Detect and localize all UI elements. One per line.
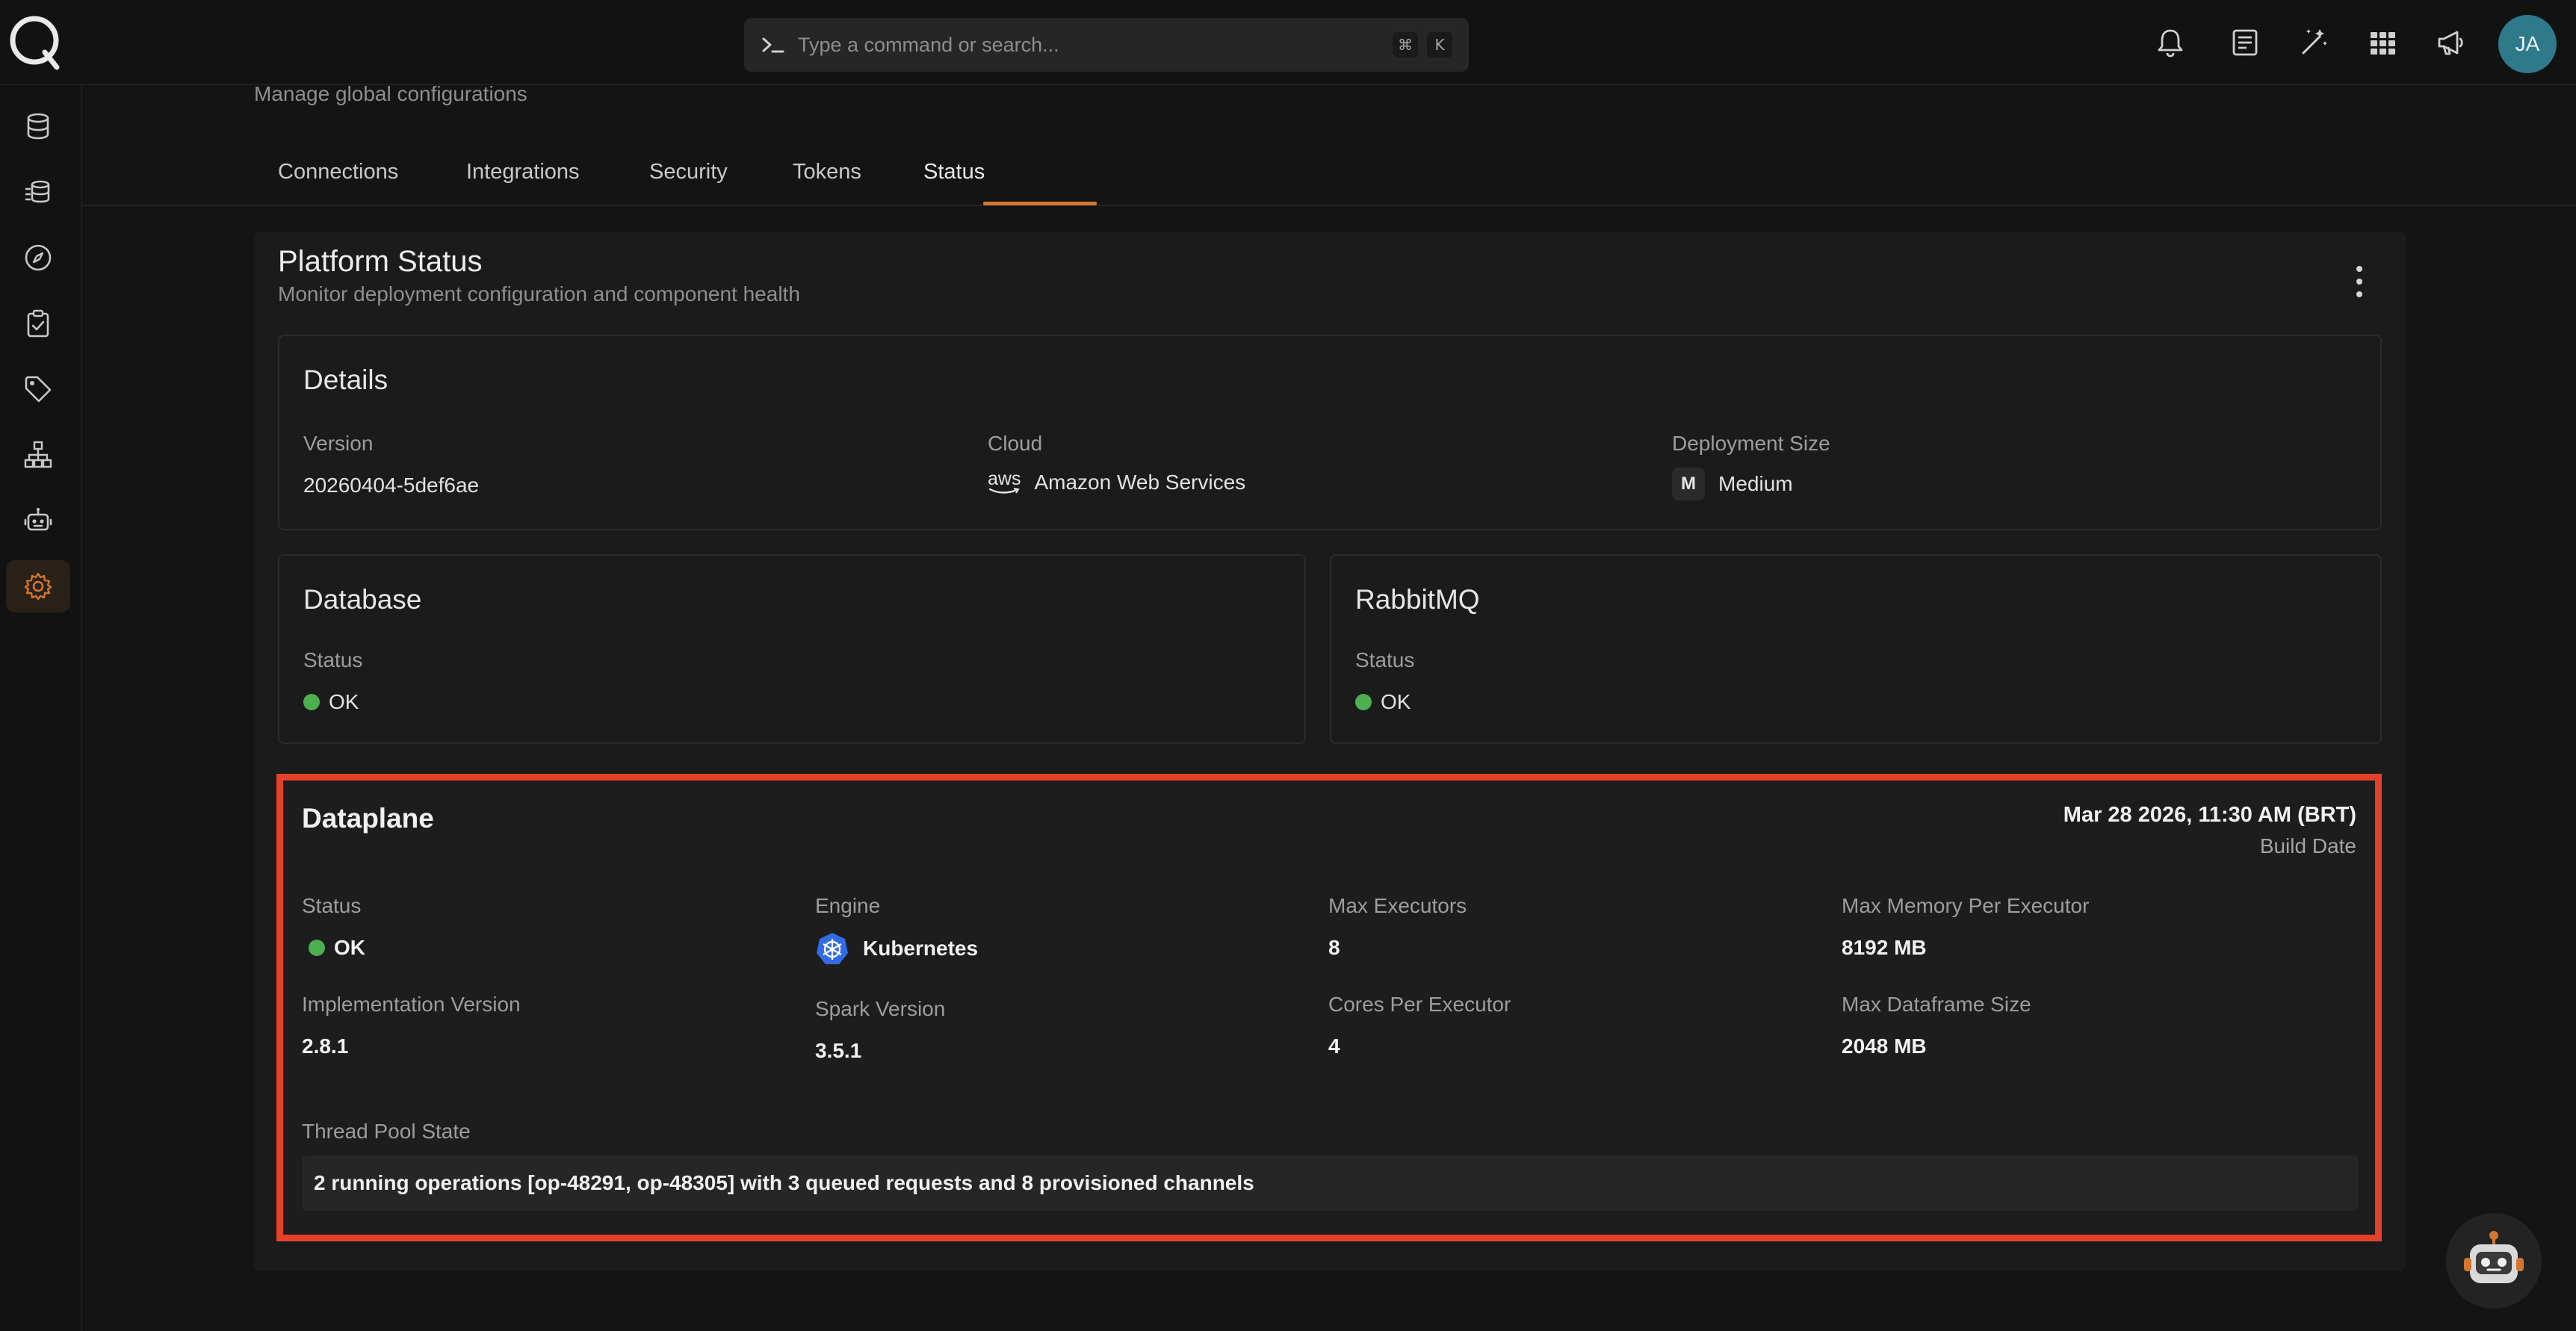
dataplane-status-text: OK <box>334 936 365 959</box>
rabbitmq-panel: RabbitMQ Status OK <box>1330 554 2382 744</box>
spark-version-label: Spark Version <box>815 997 946 1020</box>
sidebar-item-settings[interactable] <box>6 560 70 612</box>
deployment-size-row: M Medium <box>1672 468 1793 500</box>
database-status-label: Status <box>303 648 363 671</box>
sidebar-item-hierarchy[interactable] <box>6 429 70 481</box>
max-executors-label: Max Executors <box>1328 894 1467 917</box>
command-search-input[interactable] <box>798 33 1384 57</box>
version-value: 20260404-5def6ae <box>303 474 480 497</box>
engine-value: Kubernetes <box>863 937 979 960</box>
bell-icon[interactable] <box>2152 24 2189 61</box>
sidebar-item-tags[interactable] <box>6 363 70 415</box>
aws-logo-icon: aws <box>988 470 1021 494</box>
sidebar-item-bots[interactable] <box>6 494 70 547</box>
rabbitmq-title: RabbitMQ <box>1355 584 1480 615</box>
page-subtitle: Manage global configurations <box>254 82 527 105</box>
thread-pool-label: Thread Pool State <box>302 1120 471 1143</box>
clipboard-check-icon <box>27 309 49 338</box>
rabbitmq-status-value: OK <box>1355 690 1411 714</box>
tag-icon <box>25 376 52 403</box>
dataplane-title: Dataplane <box>302 803 434 834</box>
magic-wand-icon[interactable] <box>2295 24 2332 61</box>
app-logo-icon[interactable] <box>7 13 64 70</box>
document-icon[interactable] <box>2226 24 2264 61</box>
status-ok-dot <box>303 694 320 710</box>
platform-status-subtitle: Monitor deployment configuration and com… <box>278 282 800 305</box>
dataplane-status-value: OK <box>309 936 365 960</box>
status-ok-dot <box>1355 694 1372 710</box>
tab-status[interactable]: Status <box>923 160 985 206</box>
version-label: Version <box>303 432 374 455</box>
deployment-size-label: Deployment Size <box>1672 432 1830 455</box>
robot-icon <box>24 508 52 531</box>
kubernetes-icon <box>817 933 848 964</box>
active-tab-indicator <box>983 202 1097 205</box>
platform-status-card: Platform Status Monitor deployment confi… <box>254 232 2406 1271</box>
sidebar-item-explore[interactable] <box>6 232 70 284</box>
sidebar-item-data-stack[interactable] <box>6 166 70 218</box>
command-search-bar[interactable]: ⌘ K <box>744 18 1469 72</box>
cloud-value: Amazon Web Services <box>1034 471 1246 494</box>
database-status-value: OK <box>303 690 359 714</box>
cores-per-executor-value: 4 <box>1328 1034 1340 1058</box>
more-options-icon[interactable] <box>2350 263 2368 300</box>
engine-value-row: Kubernetes <box>815 931 978 966</box>
hierarchy-icon <box>24 441 52 468</box>
tab-tokens[interactable]: Tokens <box>793 160 861 206</box>
cores-per-executor-label: Cores Per Executor <box>1328 993 1511 1016</box>
assistant-bot-button[interactable] <box>2446 1213 2542 1309</box>
sidebar-item-database[interactable] <box>6 100 70 152</box>
gear-icon <box>24 572 52 601</box>
cloud-label: Cloud <box>988 432 1043 455</box>
tab-connections[interactable]: Connections <box>278 160 398 206</box>
data-stack-icon <box>25 180 50 203</box>
app-root: ⌘ K JA <box>0 0 2576 1331</box>
dataplane-status-label: Status <box>302 894 362 917</box>
shortcut-cmd-key: ⌘ <box>1393 32 1418 58</box>
sidebar-item-tasks[interactable] <box>6 297 70 350</box>
details-title: Details <box>303 364 388 395</box>
thread-pool-value: 2 running operations [op-48291, op-48305… <box>302 1155 2358 1211</box>
tab-security[interactable]: Security <box>649 160 728 206</box>
tab-integrations[interactable]: Integrations <box>466 160 580 206</box>
platform-status-title: Platform Status <box>278 245 483 278</box>
shortcut-k-key: K <box>1427 32 1452 58</box>
compass-icon <box>25 244 52 271</box>
spark-version-value: 3.5.1 <box>815 1039 862 1062</box>
grid-icon[interactable] <box>2364 24 2401 61</box>
database-status-text: OK <box>329 690 359 713</box>
left-sidebar <box>0 85 82 1331</box>
database-title: Database <box>303 584 422 615</box>
database-panel: Database Status OK <box>278 554 1306 744</box>
impl-version-value: 2.8.1 <box>302 1034 349 1058</box>
impl-version-label: Implementation Version <box>302 993 521 1016</box>
top-bar: ⌘ K JA <box>0 0 2576 85</box>
status-ok-dot <box>309 940 325 956</box>
terminal-prompt-icon <box>762 37 784 53</box>
max-dataframe-label: Max Dataframe Size <box>1842 993 2031 1016</box>
settings-tabs: Connections Integrations Security Tokens… <box>82 142 2576 206</box>
rabbitmq-status-label: Status <box>1355 648 1415 671</box>
max-memory-label: Max Memory Per Executor <box>1842 894 2090 917</box>
dataplane-panel: Dataplane Mar 28 2026, 11:30 AM (BRT) Bu… <box>276 774 2382 1241</box>
engine-label: Engine <box>815 894 881 917</box>
deployment-size-value: Medium <box>1718 472 1793 495</box>
details-panel: Details Version 20260404-5def6ae Cloud a… <box>278 335 2382 530</box>
user-avatar[interactable]: JA <box>2498 15 2557 73</box>
max-memory-value: 8192 MB <box>1842 936 1927 959</box>
build-date-value: Mar 28 2026, 11:30 AM (BRT) <box>2063 803 2356 827</box>
cloud-value-row: aws Amazon Web Services <box>988 470 1246 494</box>
rabbitmq-status-text: OK <box>1381 690 1411 713</box>
robot-assistant-icon <box>2464 1231 2524 1283</box>
max-executors-value: 8 <box>1328 936 1340 959</box>
max-dataframe-value: 2048 MB <box>1842 1034 1927 1058</box>
size-badge-icon: M <box>1672 468 1705 500</box>
build-date-label: Build Date <box>2259 834 2356 857</box>
database-icon <box>27 113 49 140</box>
megaphone-icon[interactable] <box>2433 24 2470 61</box>
